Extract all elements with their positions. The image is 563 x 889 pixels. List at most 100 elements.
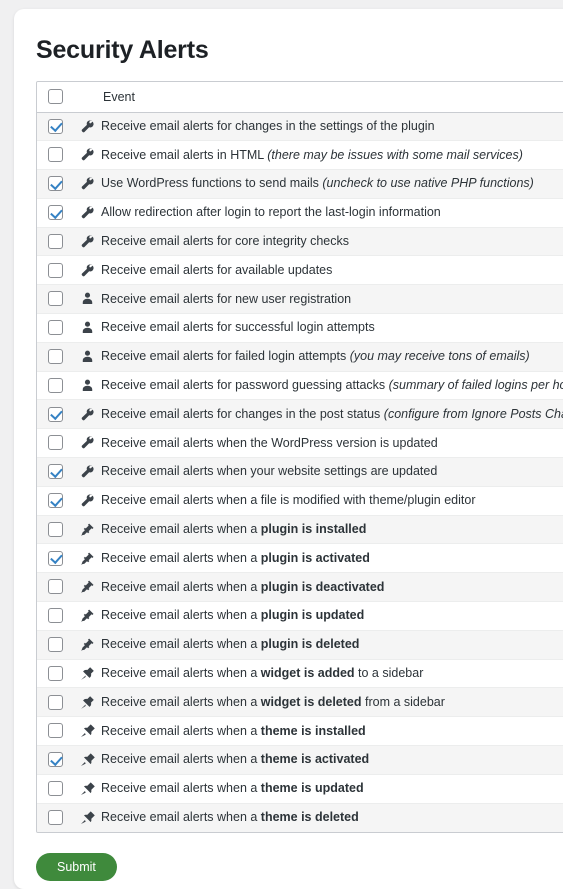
table-row[interactable]: Receive email alerts for new user regist… (37, 284, 563, 314)
row-icon-cell (73, 573, 101, 602)
table-row[interactable]: Receive email alerts when a plugin is de… (37, 572, 563, 602)
row-checkbox-cell[interactable] (37, 659, 73, 688)
row-checkbox-cell[interactable] (37, 573, 73, 602)
table-row[interactable]: Receive email alerts for core integrity … (37, 227, 563, 256)
row-checkbox[interactable] (47, 176, 63, 192)
table-row[interactable]: Receive email alerts when a file is modi… (37, 486, 563, 516)
events-table-container: Event Receive email alerts for changes i… (36, 81, 563, 833)
row-checkbox-cell[interactable] (37, 342, 73, 371)
row-checkbox-cell[interactable] (37, 774, 73, 803)
row-checkbox[interactable] (47, 752, 63, 768)
events-table: Event Receive email alerts for changes i… (37, 82, 563, 832)
row-checkbox-cell[interactable] (37, 688, 73, 717)
plug-icon (80, 579, 95, 594)
table-row[interactable]: Receive email alerts when a widget is ad… (37, 659, 563, 688)
row-checkbox[interactable] (47, 780, 63, 796)
row-checkbox[interactable] (47, 464, 63, 480)
row-checkbox-cell[interactable] (37, 285, 73, 314)
row-label-cell: Receive email alerts when a plugin is de… (101, 630, 563, 659)
row-checkbox-cell[interactable] (37, 544, 73, 573)
select-all-checkbox[interactable] (47, 89, 63, 105)
row-label-emphasis: widget is added (260, 666, 355, 681)
row-label-cell: Receive email alerts when the WordPress … (101, 429, 563, 458)
wrench-icon (80, 464, 95, 479)
row-checkbox[interactable] (47, 608, 63, 624)
row-checkbox[interactable] (47, 118, 63, 134)
row-checkbox[interactable] (47, 205, 63, 221)
row-checkbox-cell[interactable] (37, 141, 73, 170)
table-row[interactable]: Receive email alerts in HTML (there may … (37, 140, 563, 170)
row-checkbox-cell[interactable] (37, 515, 73, 544)
row-checkbox-cell[interactable] (37, 602, 73, 631)
row-checkbox-cell[interactable] (37, 198, 73, 227)
row-checkbox[interactable] (47, 377, 63, 393)
row-label-emphasis: theme is updated (260, 781, 364, 796)
table-row[interactable]: Receive email alerts when a theme is upd… (37, 774, 563, 804)
row-checkbox[interactable] (47, 637, 63, 652)
row-checkbox[interactable] (47, 291, 63, 307)
row-checkbox[interactable] (47, 694, 63, 710)
row-checkbox-cell[interactable] (37, 314, 73, 343)
row-checkbox-cell[interactable] (37, 630, 73, 659)
table-row[interactable]: Receive email alerts when a plugin is ac… (37, 543, 563, 573)
row-checkbox[interactable] (47, 810, 63, 826)
row-checkbox[interactable] (47, 233, 63, 249)
table-row[interactable]: Receive email alerts when a theme is ins… (37, 716, 563, 746)
row-label-cell: Receive email alerts when a theme is ins… (101, 717, 563, 746)
table-row[interactable]: Receive email alerts for available updat… (37, 255, 563, 285)
row-checkbox[interactable] (47, 579, 63, 595)
row-checkbox[interactable] (47, 147, 63, 163)
events-table-head: Event (37, 82, 563, 112)
row-label-emphasis: theme is deleted (260, 810, 359, 825)
table-row[interactable]: Receive email alerts when a plugin is up… (37, 601, 563, 631)
row-label-emphasis: plugin is installed (260, 522, 367, 537)
table-row[interactable]: Receive email alerts for failed login at… (37, 342, 563, 372)
row-checkbox-cell[interactable] (37, 227, 73, 256)
table-row[interactable]: Receive email alerts for changes in the … (37, 399, 563, 429)
row-label-text: Receive email alerts for changes in the … (101, 118, 435, 133)
row-checkbox[interactable] (47, 349, 63, 365)
row-label-text: Receive email alerts when a (101, 810, 261, 825)
row-checkbox-cell[interactable] (37, 429, 73, 458)
row-label-emphasis: plugin is deleted (260, 637, 360, 652)
row-checkbox-cell[interactable] (37, 371, 73, 400)
row-checkbox-cell[interactable] (37, 170, 73, 199)
row-checkbox-cell[interactable] (37, 112, 73, 141)
row-checkbox-cell[interactable] (37, 458, 73, 487)
table-row[interactable]: Receive email alerts for successful logi… (37, 313, 563, 343)
row-checkbox-cell[interactable] (37, 486, 73, 515)
table-row[interactable]: Receive email alerts when a plugin is in… (37, 515, 563, 544)
row-checkbox-cell[interactable] (37, 803, 73, 832)
table-row[interactable]: Use WordPress functions to send mails (u… (37, 169, 563, 199)
row-checkbox-cell[interactable] (37, 400, 73, 429)
row-checkbox[interactable] (47, 406, 63, 422)
table-row[interactable]: Receive email alerts when a theme is act… (37, 745, 563, 775)
row-label-cell: Receive email alerts when your website s… (101, 458, 563, 487)
table-row[interactable]: Receive email alerts when a theme is del… (37, 803, 563, 832)
row-checkbox[interactable] (47, 493, 63, 509)
row-icon-cell (73, 515, 101, 544)
row-checkbox[interactable] (47, 550, 63, 566)
row-checkbox[interactable] (47, 435, 63, 451)
table-row[interactable]: Receive email alerts for changes in the … (37, 112, 563, 141)
row-label-cell: Receive email alerts when a plugin is ac… (101, 544, 563, 573)
row-icon-cell (73, 285, 101, 314)
row-checkbox[interactable] (47, 665, 63, 681)
row-checkbox[interactable] (47, 262, 63, 278)
table-row[interactable]: Receive email alerts when the WordPress … (37, 428, 563, 458)
row-checkbox[interactable] (47, 521, 63, 537)
submit-button[interactable]: Submit (36, 852, 117, 881)
row-label-cell: Receive email alerts for available updat… (101, 256, 563, 285)
row-checkbox-cell[interactable] (37, 256, 73, 285)
table-row[interactable]: Allow redirection after login to report … (37, 198, 563, 228)
row-checkbox-cell[interactable] (37, 746, 73, 775)
table-row[interactable]: Receive email alerts for password guessi… (37, 371, 563, 400)
row-label-text: Use WordPress functions to send mails (101, 176, 323, 191)
table-row[interactable]: Receive email alerts when a plugin is de… (37, 630, 563, 660)
row-checkbox[interactable] (47, 723, 63, 739)
table-row[interactable]: Receive email alerts when a widget is de… (37, 687, 563, 717)
row-checkbox-cell[interactable] (37, 717, 73, 746)
row-label-text: Receive email alerts for successful logi… (101, 320, 375, 335)
table-row[interactable]: Receive email alerts when your website s… (37, 457, 563, 487)
row-checkbox[interactable] (47, 320, 63, 336)
